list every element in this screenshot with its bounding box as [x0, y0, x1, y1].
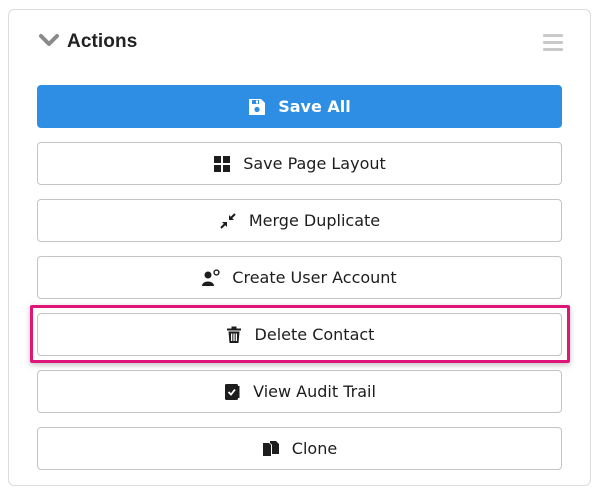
- merge-duplicate-label: Merge Duplicate: [248, 211, 381, 230]
- user-gear-icon: [202, 268, 220, 287]
- panel-header: Actions: [9, 10, 590, 78]
- clone-label: Clone: [291, 439, 338, 458]
- chevron-down-icon[interactable]: [38, 33, 60, 49]
- merge-duplicate-button[interactable]: Merge Duplicate: [37, 199, 562, 242]
- copy-icon: [262, 440, 280, 458]
- trash-icon: [225, 326, 243, 344]
- panel-title: Actions: [67, 31, 138, 52]
- view-audit-trail-button[interactable]: View Audit Trail: [37, 370, 562, 413]
- delete-contact-button[interactable]: Delete Contact: [37, 313, 562, 356]
- audit-book-icon: [223, 383, 241, 401]
- save-icon: [248, 98, 266, 116]
- delete-contact-label: Delete Contact: [254, 325, 375, 344]
- actions-panel: Actions Save All Save Page Layout Merge …: [8, 9, 591, 486]
- view-audit-trail-label: View Audit Trail: [253, 382, 376, 401]
- compress-arrows-icon: [219, 212, 237, 230]
- save-all-label: Save All: [278, 97, 351, 116]
- save-page-layout-button[interactable]: Save Page Layout: [37, 142, 562, 185]
- create-user-account-button[interactable]: Create User Account: [37, 256, 562, 299]
- save-page-layout-label: Save Page Layout: [243, 154, 386, 173]
- layout-grid-icon: [213, 155, 231, 173]
- save-all-button[interactable]: Save All: [37, 85, 562, 128]
- create-user-account-label: Create User Account: [232, 268, 397, 287]
- clone-button[interactable]: Clone: [37, 427, 562, 470]
- hamburger-menu-icon[interactable]: [543, 34, 563, 52]
